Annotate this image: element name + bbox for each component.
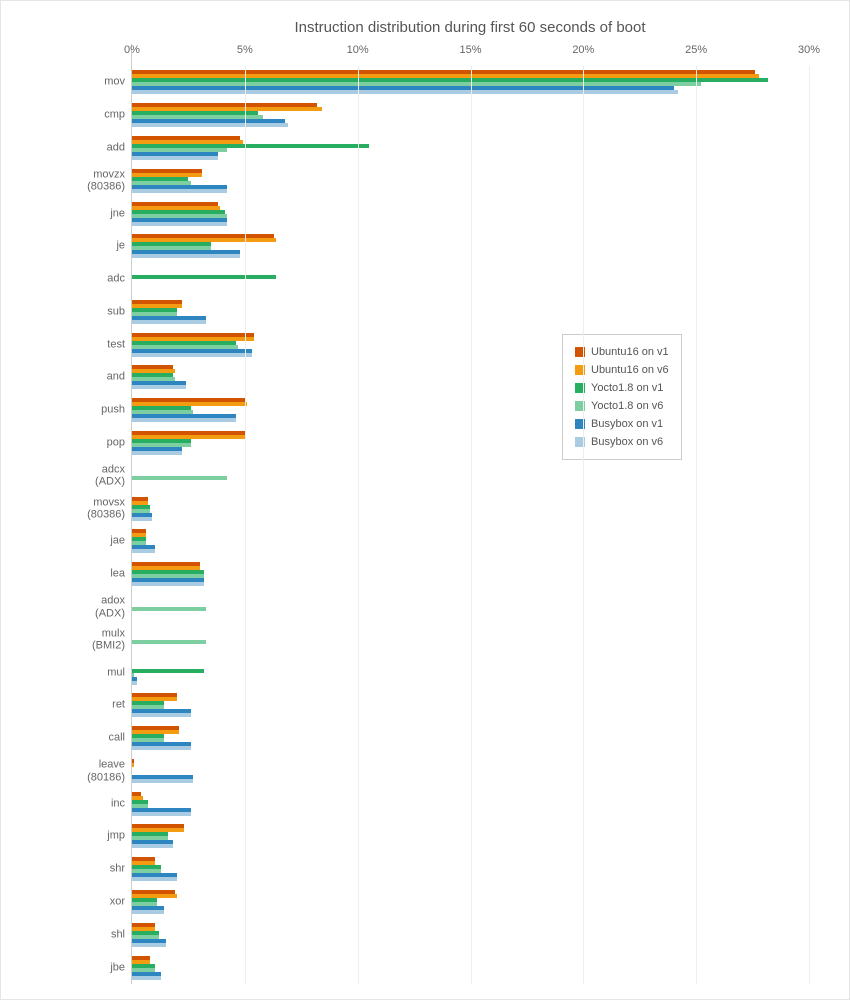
bar bbox=[132, 90, 678, 94]
y-axis-labels: mov cmp add movzx(80386) jne je adc sub test and p… bbox=[41, 44, 131, 984]
y-tick-label: and bbox=[107, 371, 125, 384]
legend-label: Yocto1.8 on v1 bbox=[591, 382, 663, 394]
legend-label: Ubuntu16 on v1 bbox=[591, 346, 669, 358]
x-tick-label: 0% bbox=[124, 44, 140, 56]
x-axis: 0%5%10%15%20%25%30% bbox=[132, 44, 809, 66]
y-tick-label: push bbox=[101, 404, 125, 417]
y-tick-label: shl bbox=[111, 928, 125, 941]
bar bbox=[132, 844, 173, 848]
y-tick-label: jbe bbox=[110, 961, 125, 974]
y-tick-label: shr bbox=[110, 863, 125, 876]
x-tick-label: 10% bbox=[347, 44, 369, 56]
gridline bbox=[809, 66, 810, 984]
bar bbox=[132, 254, 240, 258]
bar bbox=[132, 812, 191, 816]
x-tick-label: 30% bbox=[798, 44, 820, 56]
bar bbox=[132, 582, 204, 586]
y-tick-label: xor bbox=[110, 896, 125, 909]
chart-title: Instruction distribution during first 60… bbox=[41, 19, 809, 36]
bar bbox=[132, 607, 206, 611]
y-tick-label: add bbox=[107, 142, 125, 155]
y-tick-label: movzx(80386) bbox=[87, 168, 125, 193]
y-tick-label: jmp bbox=[107, 830, 125, 843]
bar bbox=[132, 156, 218, 160]
legend-label: Ubuntu16 on v6 bbox=[591, 364, 669, 376]
x-tick-label: 25% bbox=[685, 44, 707, 56]
plot-area: mov cmp add movzx(80386) jne je adc sub test and p… bbox=[41, 44, 809, 984]
bar bbox=[132, 320, 206, 324]
bar bbox=[132, 640, 206, 644]
y-tick-label: mul bbox=[107, 666, 125, 679]
y-tick-label: ret bbox=[112, 699, 125, 712]
legend-item: Ubuntu16 on v6 bbox=[575, 361, 669, 379]
legend-item: Yocto1.8 on v6 bbox=[575, 397, 669, 415]
gridline bbox=[696, 66, 697, 984]
bar bbox=[132, 385, 186, 389]
legend: Ubuntu16 on v1 Ubuntu16 on v6 Yocto1.8 on … bbox=[562, 334, 682, 460]
bar bbox=[132, 275, 276, 279]
bar bbox=[132, 549, 155, 553]
gridline bbox=[471, 66, 472, 984]
y-tick-label: jae bbox=[110, 535, 125, 548]
y-tick-label: sub bbox=[107, 306, 125, 319]
bar bbox=[132, 976, 161, 980]
legend-label: Yocto1.8 on v6 bbox=[591, 400, 663, 412]
bar bbox=[132, 418, 236, 422]
y-tick-label: lea bbox=[110, 568, 125, 581]
bar bbox=[132, 713, 191, 717]
y-tick-label: mov bbox=[104, 76, 125, 89]
y-tick-label: leave(80186) bbox=[87, 758, 125, 783]
legend-item: Busybox on v6 bbox=[575, 433, 669, 451]
y-tick-label: jne bbox=[110, 207, 125, 220]
bar bbox=[132, 189, 227, 193]
y-tick-label: call bbox=[108, 732, 125, 745]
bar bbox=[132, 910, 164, 914]
legend-item: Busybox on v1 bbox=[575, 415, 669, 433]
bar bbox=[132, 353, 252, 357]
y-tick-label: adox(ADX) bbox=[95, 594, 125, 619]
y-tick-label: adcx(ADX) bbox=[95, 463, 125, 488]
gridline bbox=[358, 66, 359, 984]
y-tick-label: pop bbox=[107, 437, 125, 450]
bar bbox=[132, 669, 204, 673]
legend-label: Busybox on v6 bbox=[591, 436, 663, 448]
x-tick-label: 20% bbox=[572, 44, 594, 56]
bar bbox=[132, 943, 166, 947]
bar bbox=[132, 451, 182, 455]
bar bbox=[132, 517, 152, 521]
x-tick-label: 5% bbox=[237, 44, 253, 56]
bar bbox=[132, 123, 288, 127]
bar bbox=[132, 763, 134, 767]
bar bbox=[132, 476, 227, 480]
bar bbox=[132, 779, 193, 783]
gridline bbox=[245, 66, 246, 984]
y-tick-label: cmp bbox=[104, 109, 125, 122]
bar bbox=[132, 746, 191, 750]
y-tick-label: mulx(BMI2) bbox=[92, 627, 125, 652]
bar bbox=[132, 681, 137, 685]
y-tick-label: je bbox=[116, 240, 125, 253]
x-tick-label: 15% bbox=[459, 44, 481, 56]
legend-item: Yocto1.8 on v1 bbox=[575, 379, 669, 397]
chart-container: Instruction distribution during first 60… bbox=[0, 0, 850, 1000]
y-tick-label: movsx(80386) bbox=[87, 496, 125, 521]
y-tick-label: adc bbox=[107, 273, 125, 286]
bar bbox=[132, 222, 227, 226]
bars-area: 0%5%10%15%20%25%30% Ubuntu16 on v1Ubuntu… bbox=[131, 44, 809, 984]
bar bbox=[132, 877, 177, 881]
y-tick-label: inc bbox=[111, 797, 125, 810]
legend-item: Ubuntu16 on v1 bbox=[575, 343, 669, 361]
y-tick-label: test bbox=[107, 338, 125, 351]
legend-label: Busybox on v1 bbox=[591, 418, 663, 430]
gridline bbox=[583, 66, 584, 984]
